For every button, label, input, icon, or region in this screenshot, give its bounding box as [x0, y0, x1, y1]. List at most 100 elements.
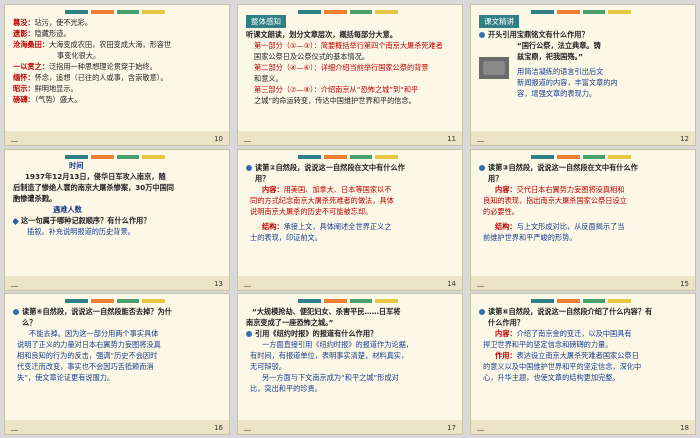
question-text-cont: 么？ — [22, 318, 37, 327]
text-line: 内容：介绍了南京金的变迁，以及中国具有 — [495, 329, 632, 338]
color-stripes — [298, 155, 398, 159]
text-line: 说明了正义的力量对日本右翼势力妄图将没真 — [17, 340, 161, 349]
text-line: 同的方式纪念南京大屠杀死难者的做法，具体 — [250, 196, 394, 205]
slide-number: 16 — [214, 424, 223, 432]
color-stripes — [531, 299, 631, 303]
text-line: 内容：用美国、加拿大、日本等国家以不 — [262, 185, 392, 194]
question-icon — [479, 32, 485, 38]
slide-10[interactable]: 篡没：玷污，使不光彩。 遗影：隐藏形迹。 沧海桑田：大海变成农田，农田变成大海，形容… — [4, 4, 230, 146]
diamond-icon — [13, 217, 20, 225]
text-line: 的必要性。 — [483, 207, 519, 216]
vocab-line: 遗影：隐藏形迹。 — [13, 28, 221, 39]
text-line: 和意义。 — [254, 74, 283, 83]
label-time: 时间 — [69, 161, 84, 170]
text-line: 用简洁凝练的语言引出后文 — [517, 67, 604, 76]
slide-number: 12 — [680, 135, 689, 143]
question-icon — [246, 165, 252, 171]
slide-18[interactable]: 读第⑥自然段，说说这一自然段介绍了什么内容？有 什么作用？ 内容：介绍了南京金的… — [470, 293, 696, 435]
vocab-term: 遗影： — [13, 29, 35, 38]
quote-text: “大规模抢劫、便犯妇女、杀害平民……日军将南京变成了一座恐怖之城。” — [246, 306, 454, 328]
vocab-definition: 玷污，使不光彩。 — [34, 18, 93, 27]
text-line: 前维护世界和平严峻的形势。 — [483, 233, 577, 242]
text-line: 一方面直接引用《纽约时报》的报道作为论据， — [262, 340, 413, 349]
vocab-definition: 大海变成农田，农田变成大海，形容世 — [48, 40, 172, 49]
footer-icon — [244, 135, 251, 142]
text-line: 比，突出和平的珍贵。 — [250, 384, 322, 393]
question-text-cont: 用？ — [488, 174, 503, 183]
slide-number: 10 — [214, 135, 223, 143]
bronze-ding-image — [479, 57, 509, 79]
vocab-line: 磅礴：（气势）盛大。 — [13, 94, 221, 105]
text-line: 的意义以及中国维护世界和平的坚定信念，深化中 — [483, 362, 642, 371]
answer-text: 内容：用美国、加拿大、日本等国家以不同的方式纪念南京大屠杀死难者的做法，具体 说明… — [246, 184, 454, 243]
slide-number: 14 — [447, 280, 456, 288]
question-icon — [246, 331, 252, 337]
vocab-line: 沧海桑田：大海变成农田，农田变成大海，形容世 — [13, 39, 221, 50]
text-line: 容，增强文章的表现力。 — [517, 89, 597, 98]
answer-text: 内容：交代日本右翼势力妄图将没真相和良知的表现，指出南京大屠杀国家公祭日设立 的必… — [479, 184, 687, 243]
vocab-definition: 隐藏形迹。 — [34, 29, 71, 38]
slide-11[interactable]: 整体感知 听课文朗读，划分文章层次，概括每部分大意。 第一部分（①—③）：简要概括… — [237, 4, 463, 146]
vocab-term: 篡没： — [13, 18, 35, 27]
vocab-line: 事变化很大。 — [13, 50, 221, 61]
text-line: 后制造了惨绝人寰的南京大屠杀惨案，30万中国同 — [13, 183, 174, 192]
text-line: 第二部分（④—⑥）：详细介绍当前举行国家公祭的背景 — [254, 63, 429, 72]
text-line: 第三部分（⑦—⑧）：介绍南京从“恐怖之城”到“和平 — [254, 85, 419, 94]
slide-16[interactable]: 读第④自然段，说说这一自然段能否去掉？为什 么？ 不能去掉。因为这一部分用两个事… — [4, 293, 230, 435]
vocab-line: 缅怀：怀念，追想（已往的人或事，含崇敬意）。 — [13, 72, 221, 83]
answer-text: 一方面直接引用《纽约时报》的报道作为论据， 有时间，有报道单位，表明事实清楚，材料… — [246, 339, 454, 394]
slide-number: 18 — [680, 424, 689, 432]
question-text: 读第④自然段，说说这一自然段能否去掉？为什 — [22, 307, 172, 316]
slide-14[interactable]: 读第②自然段，说说这一自然段在文中有什么作 用？ 内容：用美国、加拿大、日本等国… — [237, 149, 463, 291]
text-line: “大规模抢劫、便犯妇女、杀害平民……日军将 — [252, 307, 401, 316]
text-line: 新闻报道的内容，丰富文章的内 — [517, 78, 618, 87]
label-victims: 遇难人数 — [53, 205, 82, 214]
text-line: 良知的表现，指出南京大屠杀国家公祭日设立 — [483, 196, 627, 205]
text-line: 1937年12月13日，侵华日军攻入南京，随 — [25, 172, 166, 181]
slide-number: 11 — [447, 135, 456, 143]
slide-12[interactable]: 课文精讲 开头引用宝鼎铭文有什么作用？ “国行公祭，法立典章。铸 兹宝鼎，祀我国殇… — [470, 4, 696, 146]
color-stripes — [65, 299, 165, 303]
text-line: 之城”的命运转变，传达中国维护世界和平的信念。 — [254, 96, 416, 105]
slide-17[interactable]: “大规模抢劫、便犯妇女、杀害平民……日军将 南京变成了一座恐怖之城。” 引用《纽约… — [237, 293, 463, 435]
color-stripes — [298, 299, 398, 303]
slide-15[interactable]: 读第③自然段，说说这一自然段在文中有什么作 用？ 内容：交代日本右翼势力妄图将没… — [470, 149, 696, 291]
slide-13[interactable]: 时间 1937年12月13日，侵华日军攻入南京，随 后制造了惨绝人寰的南京大屠杀惨… — [4, 149, 230, 291]
slide-number: 15 — [680, 280, 689, 288]
question-text-cont: 什么作用？ — [488, 318, 524, 327]
vocab-term: 缅怀： — [13, 73, 35, 82]
vocab-definition: 怀念，追想（已往的人或事，含崇敬意）。 — [34, 73, 168, 82]
vocab-line: 昭示：鲜明地显示。 — [13, 83, 221, 94]
question-text: 开头引用宝鼎铭文有什么作用？ — [488, 30, 589, 39]
color-stripes — [65, 10, 165, 14]
footer-icon — [244, 280, 251, 287]
text-line: 第一部分（①—③）：简要概括举行第四个南京大屠杀死难者 — [254, 41, 443, 50]
vocab-definition: 鲜明地显示。 — [34, 84, 78, 93]
section-tag: 课文精讲 — [479, 15, 519, 28]
text-line: 胞惨遭杀戮。 — [13, 194, 57, 203]
vocab-term: 一以贯之： — [13, 62, 49, 71]
question-text: 这一句属于哪种记叙顺序？有什么作用？ — [21, 216, 151, 225]
question-text-cont: 用？ — [255, 174, 270, 183]
answer-text: “国行公祭，法立典章。铸 兹宝鼎，祀我国殇。” 用简洁凝练的语言引出后文 新闻报道的内… — [509, 40, 687, 99]
text-line: 内容：交代日本右翼势力妄图将没真相和 — [495, 185, 625, 194]
text-line: 相和良知的行为的反击，强调“历史不会因时 — [17, 351, 158, 360]
question-icon — [479, 309, 485, 315]
history-text: 1937年12月13日，侵华日军攻入南京，随 后制造了惨绝人寰的南京大屠杀惨案，3… — [13, 171, 221, 204]
footer-icon — [11, 280, 18, 287]
text-line: “国行公祭，法立典章。铸 — [517, 41, 601, 50]
footer-icon — [11, 135, 18, 142]
vocab-term: 磅礴： — [13, 95, 35, 104]
text-line: 失”，使文章论证更有说服力。 — [17, 373, 115, 382]
text-line: 南京变成了一座恐怖之城。” — [246, 318, 334, 327]
vocab-definition: 泛指用一种思想理论贯穿于始终。 — [48, 62, 157, 71]
text-line: 说明南京大屠杀的历史不可能被忘却。 — [250, 207, 373, 216]
text-line: 士的表现，印证前文。 — [250, 233, 322, 242]
vocab-term: 昭示： — [13, 84, 35, 93]
vocab-line: 篡没：玷污，使不光彩。 — [13, 17, 221, 28]
footer-icon — [477, 280, 484, 287]
footer-icon — [11, 424, 18, 431]
text-line: 代变迁而改变，事实也不会因巧舌抵赖而消 — [17, 362, 154, 371]
color-stripes — [65, 155, 165, 159]
question-icon — [479, 165, 485, 171]
